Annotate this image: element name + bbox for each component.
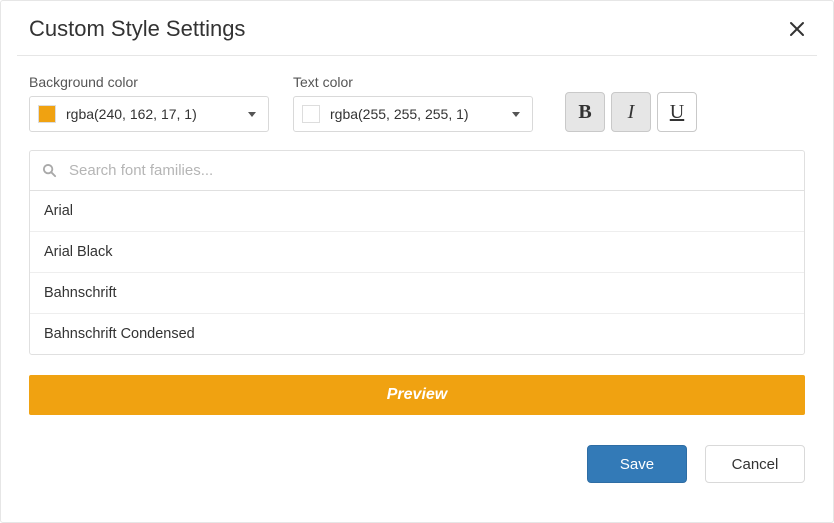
background-color-picker[interactable]: rgba(240, 162, 17, 1) [29, 96, 269, 132]
style-settings-dialog: Custom Style Settings Background color r… [0, 0, 834, 523]
search-icon [42, 163, 57, 178]
controls-row: Background color rgba(240, 162, 17, 1) T… [29, 74, 805, 132]
dialog-title: Custom Style Settings [29, 16, 245, 42]
underline-button[interactable]: U [657, 92, 697, 132]
text-color-picker[interactable]: rgba(255, 255, 255, 1) [293, 96, 533, 132]
preview-bar: Preview [29, 375, 805, 415]
bold-button[interactable]: B [565, 92, 605, 132]
dialog-footer: Save Cancel [1, 415, 833, 483]
font-search-row [30, 151, 804, 191]
font-option[interactable]: Arial Black [30, 232, 804, 273]
save-button[interactable]: Save [587, 445, 687, 483]
italic-button[interactable]: I [611, 92, 651, 132]
chevron-down-icon [248, 112, 256, 117]
close-button[interactable] [783, 15, 811, 43]
chevron-down-icon [512, 112, 520, 117]
text-color-value: rgba(255, 255, 255, 1) [330, 106, 512, 122]
font-option[interactable]: Bahnschrift Condensed [30, 314, 804, 354]
cancel-button[interactable]: Cancel [705, 445, 805, 483]
preview-text: Preview [387, 386, 447, 404]
font-search-input[interactable] [67, 161, 792, 180]
font-option[interactable]: Arial [30, 191, 804, 232]
close-icon [789, 21, 805, 37]
dialog-header: Custom Style Settings [1, 1, 833, 55]
format-button-group: B I U [565, 92, 697, 132]
text-color-field: Text color rgba(255, 255, 255, 1) [293, 74, 533, 132]
background-color-value: rgba(240, 162, 17, 1) [66, 106, 248, 122]
text-color-swatch [302, 105, 320, 123]
background-color-field: Background color rgba(240, 162, 17, 1) [29, 74, 269, 132]
font-option[interactable]: Bahnschrift [30, 273, 804, 314]
font-list: ArialArial BlackBahnschriftBahnschrift C… [29, 150, 805, 355]
text-color-label: Text color [293, 74, 533, 90]
background-color-swatch [38, 105, 56, 123]
background-color-label: Background color [29, 74, 269, 90]
dialog-body: Background color rgba(240, 162, 17, 1) T… [1, 56, 833, 415]
